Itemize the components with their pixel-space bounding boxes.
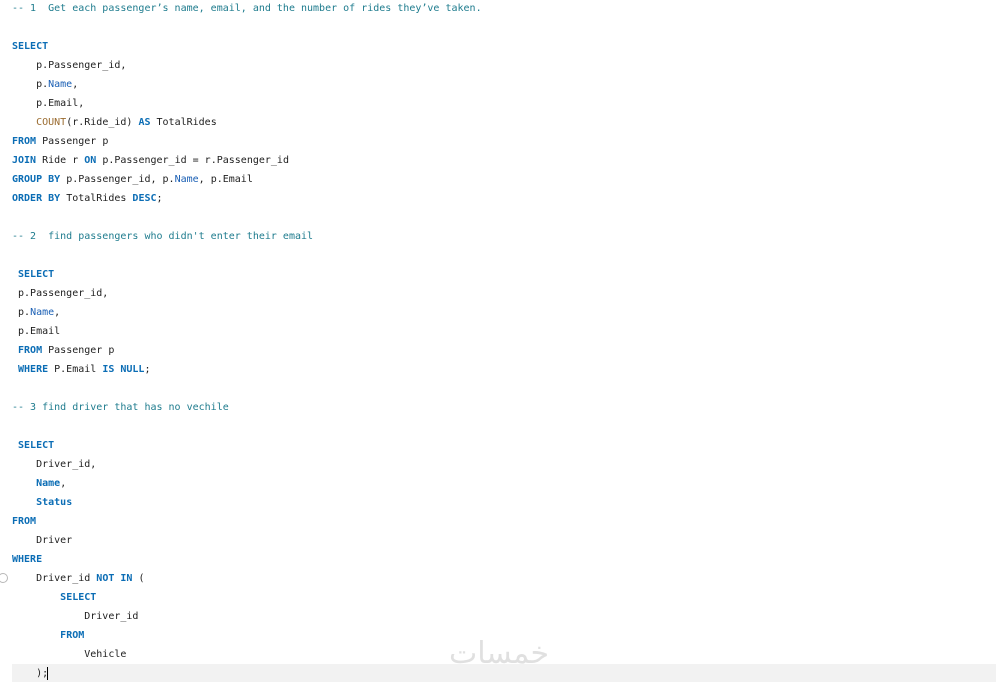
code-line[interactable]: FROM <box>12 626 84 645</box>
code-line[interactable]: FROM Passenger p <box>12 341 114 360</box>
code-line[interactable]: JOIN Ride r ON p.Passenger_id = r.Passen… <box>12 151 289 170</box>
code-token: p.Passenger_id, <box>12 60 127 71</box>
code-token: WHERE <box>12 364 49 375</box>
code-token: Driver_id, <box>12 459 97 470</box>
code-line[interactable]: Driver_id <box>12 607 138 626</box>
code-token: IS NULL <box>102 364 145 375</box>
code-token: p.Passenger_id, p. <box>60 174 175 185</box>
code-line[interactable]: SELECT <box>12 588 96 607</box>
code-line[interactable]: Status <box>12 493 72 512</box>
code-token: -- 1 Get each passenger’s name, email, a… <box>12 3 482 14</box>
code-line[interactable]: ORDER BY TotalRides DESC; <box>12 189 163 208</box>
code-token: Ride r <box>36 155 85 166</box>
code-token: WHERE <box>12 554 43 565</box>
code-line[interactable]: p.Passenger_id, <box>12 284 108 303</box>
code-token: -- 2 find passengers who didn't enter th… <box>12 231 314 242</box>
code-line[interactable]: WHERE P.Email IS NULL; <box>12 360 151 379</box>
code-token: p.Email <box>12 326 61 337</box>
code-token: JOIN <box>12 155 37 166</box>
code-token: SELECT <box>12 269 55 280</box>
code-token: GROUP BY <box>12 174 61 185</box>
code-token: Driver_id <box>12 573 97 584</box>
code-token: p. <box>12 307 31 318</box>
code-token: p.Email, <box>12 98 85 109</box>
code-line[interactable]: ); <box>12 664 48 683</box>
code-line[interactable]: Vehicle <box>12 645 126 664</box>
code-token: ORDER BY <box>12 193 61 204</box>
code-token: p.Passenger_id = r.Passenger_id <box>96 155 289 166</box>
code-line[interactable]: p.Email <box>12 322 60 341</box>
code-line[interactable]: Driver <box>12 531 72 550</box>
text-cursor <box>47 667 48 680</box>
code-line[interactable]: WHERE <box>12 550 42 569</box>
code-token: AS <box>138 117 151 128</box>
code-line[interactable]: p.Name, <box>12 75 78 94</box>
code-token: P.Email <box>48 364 103 375</box>
code-token: SELECT <box>12 41 49 52</box>
code-line[interactable]: Name, <box>12 474 66 493</box>
code-line[interactable]: p.Email, <box>12 94 84 113</box>
code-token: SELECT <box>60 592 97 603</box>
code-token: Name <box>48 79 73 90</box>
code-token: ; <box>156 193 163 204</box>
code-line[interactable]: p.Name, <box>12 303 60 322</box>
code-line[interactable]: Driver_id, <box>12 455 96 474</box>
code-token: COUNT <box>36 117 67 128</box>
code-token: Name <box>36 478 61 489</box>
code-token: TotalRides <box>150 117 217 128</box>
code-token: Vehicle <box>12 649 127 660</box>
code-token: DESC <box>132 193 157 204</box>
code-line[interactable]: SELECT <box>12 436 54 455</box>
code-token: ( <box>132 573 145 584</box>
code-token: FROM <box>60 630 85 641</box>
code-token: Status <box>36 497 73 508</box>
code-line[interactable]: Driver_id NOT IN ( <box>12 569 144 588</box>
code-token: , <box>54 307 61 318</box>
code-token: , p.Email <box>198 174 253 185</box>
code-token: -- 3 find driver that has no vechile <box>12 402 229 413</box>
code-token: p.Passenger_id, <box>12 288 109 299</box>
code-line[interactable]: p.Passenger_id, <box>12 56 126 75</box>
code-token: FROM <box>12 136 37 147</box>
fold-toggle-icon[interactable] <box>0 573 8 583</box>
code-line[interactable]: SELECT <box>12 37 48 56</box>
code-token: ON <box>84 155 97 166</box>
code-token: Name <box>174 174 199 185</box>
code-token: NOT IN <box>96 573 133 584</box>
code-token: FROM <box>12 516 37 527</box>
code-token: , <box>72 79 79 90</box>
code-line[interactable]: GROUP BY p.Passenger_id, p.Name, p.Email <box>12 170 253 189</box>
code-line[interactable]: COUNT(r.Ride_id) AS TotalRides <box>12 113 217 132</box>
code-line[interactable]: -- 3 find driver that has no vechile <box>12 398 229 417</box>
code-token: (r.Ride_id) <box>66 117 139 128</box>
code-line[interactable]: -- 2 find passengers who didn't enter th… <box>12 227 313 246</box>
code-token: ); <box>12 668 49 679</box>
code-token: Passenger p <box>36 136 109 147</box>
code-token: TotalRides <box>60 193 133 204</box>
code-token: Driver <box>12 535 73 546</box>
code-editor[interactable]: -- 1 Get each passenger’s name, email, a… <box>0 0 996 682</box>
code-token: Passenger p <box>42 345 115 356</box>
code-line[interactable]: -- 1 Get each passenger’s name, email, a… <box>12 0 482 18</box>
code-line[interactable]: FROM Passenger p <box>12 132 108 151</box>
code-line[interactable]: FROM <box>12 512 36 531</box>
code-line[interactable]: SELECT <box>12 265 54 284</box>
code-token: SELECT <box>12 440 55 451</box>
code-token: Name <box>30 307 55 318</box>
code-token: Driver_id <box>12 611 139 622</box>
code-token: p. <box>12 79 49 90</box>
code-token: FROM <box>12 345 43 356</box>
code-token: , <box>60 478 67 489</box>
code-token: ; <box>144 364 151 375</box>
khamsat-watermark: خمسات <box>448 636 550 671</box>
